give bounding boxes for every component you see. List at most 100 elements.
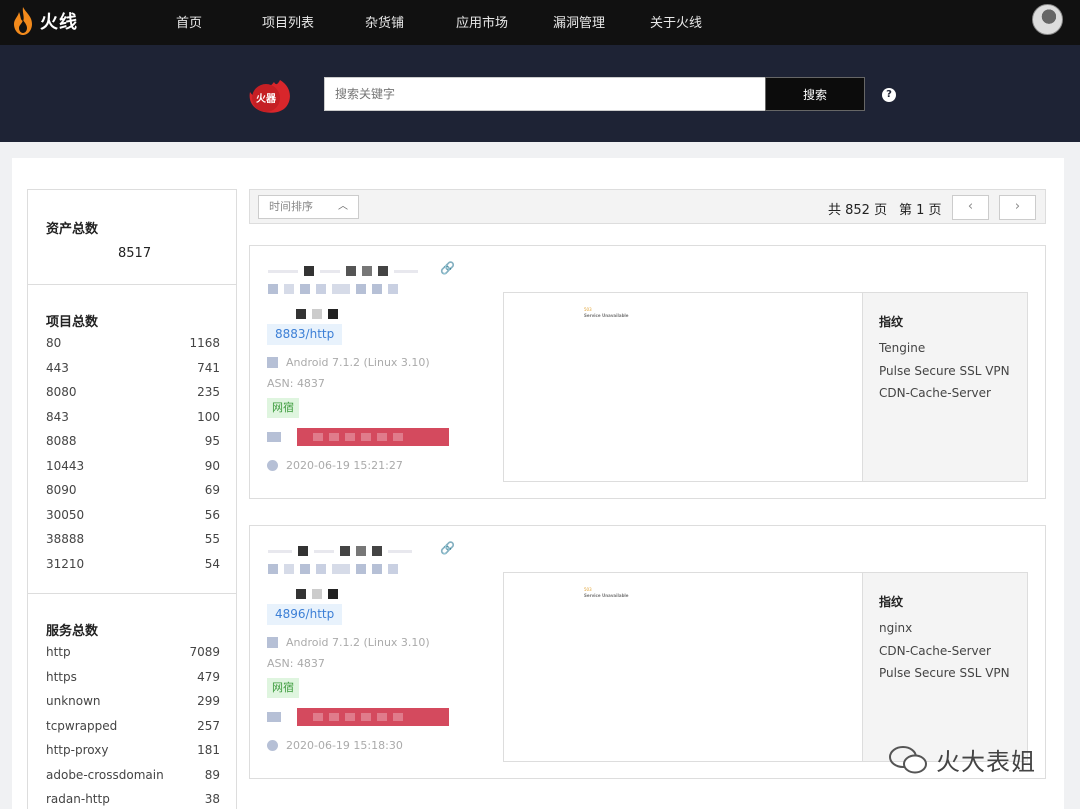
page-preview[interactable]: 503 Service Unavailable <box>503 572 863 762</box>
service-row[interactable]: unknown 299 <box>46 694 220 714</box>
link-icon[interactable]: 🔗 <box>440 261 455 275</box>
fingerprint-item: Pulse Secure SSL VPN <box>879 666 1010 680</box>
project-port-row-key: 843 <box>46 409 69 424</box>
huoqi-logo-text: 火器 <box>256 93 277 105</box>
projects-title: 项目总数 <box>46 315 99 330</box>
nav-store[interactable]: 杂货铺 <box>365 12 404 31</box>
project-port-row-count: 69 <box>204 483 220 497</box>
project-port-row-count: 100 <box>197 409 220 424</box>
timestamp: 2020-06-19 15:18:30 <box>267 739 403 752</box>
services-summary: 服务总数 http 7089 https 479 unknown 299 tcpwrappe… <box>27 593 237 809</box>
port-tag[interactable]: 4896/http <box>267 604 343 625</box>
os-info: Android 7.1.2 (Linux 3.10) <box>267 636 430 649</box>
service-row[interactable]: http 7089 <box>46 645 220 665</box>
link-icon[interactable]: 🔗 <box>440 541 455 555</box>
fingerprint-item: CDN-Cache-Server <box>879 644 991 658</box>
project-port-row-key: 38888 <box>46 532 85 546</box>
service-row-key: tcpwrapped <box>46 718 118 733</box>
timestamp: 2020-06-19 15:21:27 <box>267 459 403 472</box>
asn-text: ASN: 4837 <box>267 657 325 670</box>
nav-about[interactable]: 关于火线 <box>650 12 702 31</box>
brand-name: 火线 <box>40 12 78 33</box>
service-row[interactable]: https 479 <box>46 670 220 690</box>
project-port-row[interactable]: 38888 55 <box>46 532 220 552</box>
project-port-row[interactable]: 80 1168 <box>46 336 220 356</box>
fingerprint-item: Tengine <box>879 341 926 355</box>
top-navbar: 火线 首页 项目列表 杂货铺 应用市场 漏洞管理 关于火线 <box>0 0 1080 45</box>
fingerprint-title: 指纹 <box>879 595 904 609</box>
project-port-row-count: 235 <box>197 385 220 399</box>
timestamp-text: 2020-06-19 15:21:27 <box>286 459 403 472</box>
brand-logo[interactable]: 火线 <box>10 6 78 36</box>
project-port-row-count: 1168 <box>189 336 220 350</box>
project-port-row[interactable]: 8080 235 <box>46 385 220 405</box>
service-row-count: 89 <box>204 767 220 782</box>
project-port-row-key: 8080 <box>46 385 77 399</box>
clock-icon <box>267 740 278 751</box>
project-port-row[interactable]: 10443 90 <box>46 459 220 479</box>
search-input[interactable] <box>324 77 766 111</box>
redacted-host <box>268 546 412 556</box>
result-card: 🔗 8883/http Android 7.1.2 (Linux 3.10) A… <box>249 245 1046 499</box>
project-port-row[interactable]: 8090 69 <box>46 483 220 503</box>
current-page: 第 1 页 <box>899 203 942 218</box>
nav-home[interactable]: 首页 <box>176 12 202 31</box>
folder-icon <box>267 712 281 722</box>
service-row[interactable]: radan-http 38 <box>46 792 220 809</box>
service-row-key: https <box>46 669 77 684</box>
fingerprint-item: Pulse Secure SSL VPN <box>879 364 1010 378</box>
nav-projects[interactable]: 项目列表 <box>262 12 314 31</box>
asn-text: ASN: 4837 <box>267 377 325 390</box>
service-row-count: 257 <box>197 718 220 733</box>
sort-select[interactable]: 时间排序 ︿ <box>258 195 359 219</box>
service-row-count: 479 <box>197 669 220 684</box>
assets-summary: 资产总数 8517 <box>27 189 237 285</box>
project-port-row[interactable]: 30050 56 <box>46 508 220 528</box>
redacted-org <box>297 708 449 726</box>
service-row[interactable]: http-proxy 181 <box>46 743 220 763</box>
total-pages: 共 852 页 <box>828 203 888 218</box>
projects-summary: 项目总数 80 1168 443 741 8080 235 843 100 8088 95 1044… <box>27 284 237 594</box>
service-row[interactable]: adobe-crossdomain 89 <box>46 768 220 788</box>
help-icon[interactable]: ? <box>882 88 896 102</box>
os-info: Android 7.1.2 (Linux 3.10) <box>267 356 430 369</box>
project-port-row-count: 54 <box>204 556 220 571</box>
service-row-count: 7089 <box>189 645 220 659</box>
watermark: 火大表姐 <box>888 742 1036 777</box>
service-row[interactable]: tcpwrapped 257 <box>46 719 220 739</box>
service-row-count: 299 <box>197 694 220 708</box>
asn-info: ASN: 4837 <box>267 377 325 390</box>
provider-tag[interactable]: 网宿 <box>267 678 299 698</box>
project-port-row-count: 95 <box>204 434 220 448</box>
port-tag[interactable]: 8883/http <box>267 324 343 345</box>
nav-vuln-mgmt[interactable]: 漏洞管理 <box>553 12 605 31</box>
project-port-row-key: 30050 <box>46 507 85 522</box>
project-port-row-count: 56 <box>204 507 220 522</box>
redacted-org <box>297 428 449 446</box>
project-port-row[interactable]: 843 100 <box>46 410 220 430</box>
project-port-row[interactable]: 31210 54 <box>46 557 220 577</box>
redacted-sub <box>296 309 338 319</box>
page-preview[interactable]: 503 Service Unavailable <box>503 292 863 482</box>
fingerprint-item: nginx <box>879 621 913 635</box>
fingerprint-title: 指纹 <box>879 315 904 329</box>
result-card: 🔗 4896/http Android 7.1.2 (Linux 3.10) A… <box>249 525 1046 779</box>
redacted-title <box>268 564 398 574</box>
fingerprint-panel: 指纹 nginx CDN-Cache-Server Pulse Secure S… <box>862 572 1028 762</box>
search-button[interactable]: 搜索 <box>765 77 865 111</box>
project-port-row[interactable]: 443 741 <box>46 361 220 381</box>
provider-tag[interactable]: 网宿 <box>267 398 299 418</box>
avatar[interactable] <box>1032 4 1063 35</box>
fingerprint-panel: 指纹 Tengine Pulse Secure SSL VPN CDN-Cach… <box>862 292 1028 482</box>
os-text: Android 7.1.2 (Linux 3.10) <box>286 636 430 649</box>
service-row-key: adobe-crossdomain <box>46 767 164 782</box>
service-row-count: 38 <box>204 792 220 806</box>
prev-page-button[interactable]: ‹ <box>952 195 989 220</box>
project-port-row-count: 55 <box>204 532 220 546</box>
project-port-row[interactable]: 8088 95 <box>46 434 220 454</box>
chevron-up-icon: ︿ <box>338 201 348 212</box>
next-page-button[interactable]: › <box>999 195 1036 220</box>
nav-app-market[interactable]: 应用市场 <box>456 12 508 31</box>
service-row-key: radan-http <box>46 792 110 806</box>
project-port-row-key: 31210 <box>46 556 85 571</box>
